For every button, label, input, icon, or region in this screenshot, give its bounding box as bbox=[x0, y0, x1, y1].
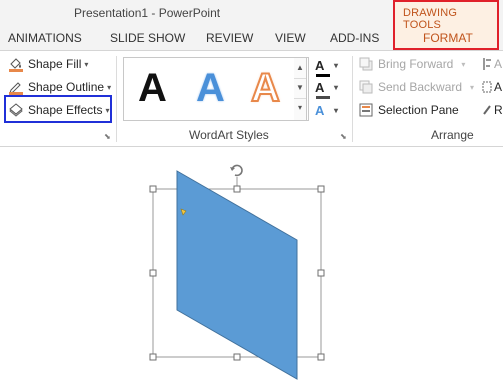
resize-handle[interactable] bbox=[317, 353, 325, 361]
pencil-icon bbox=[8, 79, 24, 95]
selection-pane-label: Selection Pane bbox=[378, 103, 459, 117]
align-button[interactable]: A bbox=[482, 54, 502, 74]
tab-animations[interactable]: ANIMATIONS bbox=[8, 31, 82, 45]
resize-handle[interactable] bbox=[149, 269, 157, 277]
align-label-cut: A bbox=[494, 57, 503, 71]
send-backward-icon bbox=[358, 79, 374, 95]
arrange-group-label: Arrange bbox=[431, 128, 474, 142]
resize-handle[interactable] bbox=[149, 353, 157, 361]
wordart-gallery: A A A bbox=[123, 57, 309, 121]
text-fill-button[interactable]: A ▾ bbox=[315, 55, 339, 77]
wordart-style-blue[interactable]: A bbox=[196, 64, 225, 112]
tab-view[interactable]: VIEW bbox=[275, 31, 306, 45]
shape-effects-highlight bbox=[4, 95, 112, 123]
dialog-launcher-icon[interactable]: ⬊ bbox=[340, 132, 347, 141]
chevron-down-icon: ▾ bbox=[84, 59, 89, 69]
chevron-down-icon: ▾ bbox=[461, 59, 466, 69]
group-icon bbox=[482, 79, 492, 95]
window-title: Presentation1 - PowerPoint bbox=[74, 6, 221, 20]
scroll-down-icon[interactable]: ▼ bbox=[294, 78, 306, 99]
drawing-tools-label: DRAWING TOOLS bbox=[403, 7, 458, 31]
chevron-down-icon: ▾ bbox=[334, 60, 339, 70]
drawing-tools-contextual-group: DRAWING TOOLS FORMAT bbox=[393, 0, 499, 50]
text-outline-button[interactable]: A ▾ bbox=[315, 77, 339, 99]
selection-pane-icon bbox=[358, 102, 374, 118]
shape-fill-label: Shape Fill bbox=[28, 57, 82, 71]
resize-handle[interactable] bbox=[149, 185, 157, 193]
resize-handle[interactable] bbox=[233, 353, 241, 361]
wordart-style-black[interactable]: A bbox=[138, 64, 167, 112]
shape-fill-button[interactable]: Shape Fill ▾ bbox=[8, 54, 88, 74]
shape-outline-button[interactable]: Shape Outline ▾ bbox=[8, 77, 111, 97]
slide-shape-layer bbox=[149, 164, 325, 380]
gallery-scroll: ▲ ▼ ▾ bbox=[294, 57, 307, 121]
send-backward-label: Send Backward bbox=[378, 80, 463, 94]
tab-format[interactable]: FORMAT bbox=[423, 31, 473, 45]
group-divider bbox=[352, 56, 353, 142]
text-effects-icon: A bbox=[315, 102, 325, 118]
text-effects-button[interactable]: A ▾ bbox=[315, 100, 338, 120]
bring-forward-icon bbox=[358, 56, 374, 72]
resize-handle[interactable] bbox=[317, 185, 325, 193]
tab-review[interactable]: REVIEW bbox=[206, 31, 253, 45]
rotate-icon bbox=[482, 102, 492, 118]
rotate-button[interactable]: R bbox=[482, 100, 503, 120]
chevron-down-icon: ▾ bbox=[107, 82, 112, 92]
group-button[interactable]: A bbox=[482, 77, 502, 97]
chevron-down-icon: ▾ bbox=[334, 82, 339, 92]
rotate-label-cut: R bbox=[494, 103, 503, 117]
dialog-launcher-icon[interactable]: ⬊ bbox=[104, 132, 111, 141]
resize-handle[interactable] bbox=[233, 185, 241, 193]
paint-bucket-icon bbox=[8, 56, 24, 72]
slide-canvas[interactable] bbox=[0, 155, 503, 385]
chevron-down-icon: ▾ bbox=[470, 82, 475, 92]
selection-pane-button[interactable]: Selection Pane bbox=[358, 100, 459, 120]
group-label-cut: A bbox=[494, 80, 503, 94]
group-divider bbox=[116, 56, 117, 142]
rotate-handle-icon[interactable] bbox=[230, 164, 243, 177]
parallelogram-shape[interactable] bbox=[176, 170, 298, 380]
wordart-style-orange-outline[interactable]: A bbox=[250, 64, 281, 112]
tab-add-ins[interactable]: ADD-INS bbox=[330, 31, 379, 45]
chevron-down-icon: ▾ bbox=[334, 105, 339, 115]
align-icon bbox=[482, 56, 492, 72]
resize-handle[interactable] bbox=[317, 269, 325, 277]
tab-slide-show[interactable]: SLIDE SHOW bbox=[110, 31, 185, 45]
bring-forward-button[interactable]: Bring Forward ▾ bbox=[358, 54, 465, 74]
bring-forward-label: Bring Forward bbox=[378, 57, 454, 71]
send-backward-button[interactable]: Send Backward ▾ bbox=[358, 77, 474, 97]
gallery-more-icon[interactable]: ▾ bbox=[294, 98, 306, 118]
text-outline-icon: A bbox=[315, 80, 331, 99]
text-fill-icon: A bbox=[315, 58, 331, 77]
shape-outline-label: Shape Outline bbox=[28, 80, 105, 94]
wordart-group-label: WordArt Styles bbox=[189, 128, 269, 142]
scroll-up-icon[interactable]: ▲ bbox=[294, 58, 306, 79]
